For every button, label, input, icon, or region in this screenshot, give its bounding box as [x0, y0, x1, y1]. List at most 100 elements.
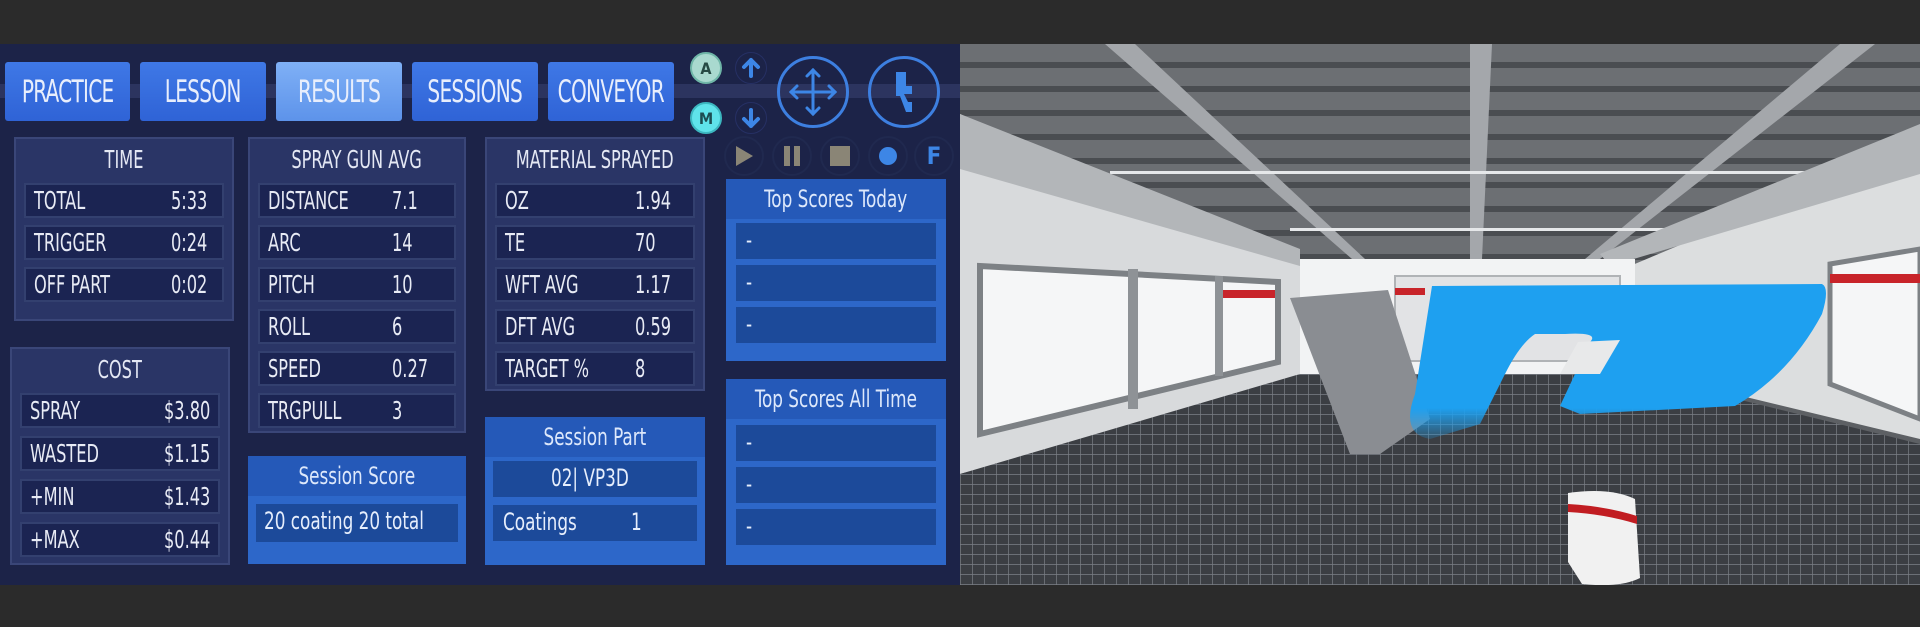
- top-score-entry[interactable]: -: [736, 307, 936, 343]
- right-wall-stripe: [1830, 274, 1920, 283]
- cost-value: $1.43: [164, 482, 211, 511]
- session-score-value: 20 coating 20 total: [264, 507, 424, 535]
- top-score-entry[interactable]: -: [736, 467, 936, 503]
- tab-conveyor[interactable]: CONVEYOR: [548, 62, 674, 121]
- material-row: OZ 1.94: [495, 183, 695, 218]
- tab-label: SESSIONS: [427, 73, 523, 110]
- cost-value: $1.15: [164, 439, 211, 468]
- material-value: 8: [635, 354, 646, 383]
- session-score-row: 20 coating 20 total: [256, 504, 458, 542]
- manual-mode-label: M: [698, 108, 714, 128]
- manual-mode-button[interactable]: M: [690, 102, 722, 134]
- cost-label: +MAX: [30, 525, 80, 554]
- material-label: TE: [505, 228, 526, 257]
- time-label: TRIGGER: [34, 228, 107, 257]
- stop-button[interactable]: [820, 136, 860, 176]
- pause-icon: [784, 146, 800, 166]
- spray-gun-row: SPEED 0.27: [258, 351, 456, 386]
- material-label: OZ: [505, 186, 529, 215]
- material-label: TARGET %: [505, 354, 590, 383]
- tab-label: RESULTS: [297, 73, 381, 110]
- tab-practice[interactable]: PRACTICE: [5, 62, 130, 121]
- top-scores-today-panel: Top Scores Today - - -: [726, 179, 946, 361]
- raise-button[interactable]: [735, 52, 767, 84]
- time-title: TIME: [104, 144, 144, 174]
- play-button[interactable]: [724, 136, 764, 176]
- tab-label: PRACTICE: [21, 73, 114, 110]
- session-score-title: Session Score: [248, 456, 466, 496]
- time-row: TOTAL 5:33: [24, 183, 224, 218]
- left-window-mullion: [1128, 269, 1138, 409]
- cost-label: SPRAY: [30, 396, 81, 425]
- pause-button[interactable]: [772, 136, 812, 176]
- cost-label: +MIN: [30, 482, 75, 511]
- time-label: TOTAL: [34, 186, 86, 215]
- spray-gun-value: 6: [392, 312, 403, 341]
- spray-gun-button[interactable]: [868, 56, 940, 128]
- move-icon: [788, 67, 838, 117]
- lower-button[interactable]: [735, 102, 767, 134]
- cost-panel: COST SPRAY $3.80 WASTED $1.15 +MIN $1.43 +M…: [10, 347, 230, 565]
- time-panel: TIME TOTAL 5:33 TRIGGER 0:24 OFF PART 0:02: [14, 137, 234, 321]
- time-value: 0:24: [171, 228, 208, 257]
- play-icon: [736, 146, 753, 166]
- move-button[interactable]: [777, 56, 849, 128]
- coatings-label: Coatings: [503, 508, 577, 536]
- time-value: 5:33: [171, 186, 208, 215]
- tab-results[interactable]: RESULTS: [276, 62, 402, 121]
- tab-label: CONVEYOR: [557, 73, 665, 110]
- spray-gun-value: 10: [392, 270, 413, 299]
- spray-gun-row: PITCH 10: [258, 267, 456, 302]
- time-label: OFF PART: [34, 270, 111, 299]
- top-score-entry[interactable]: -: [736, 265, 936, 301]
- spray-gun-label: DISTANCE: [268, 186, 349, 215]
- ceiling-light: [1290, 228, 1690, 231]
- material-label: WFT AVG: [505, 270, 579, 299]
- top-score-entry[interactable]: -: [736, 509, 936, 545]
- top-score-entry[interactable]: -: [736, 425, 936, 461]
- material-value: 70: [635, 228, 656, 257]
- spray-gun-row: TRGPULL 3: [258, 393, 456, 428]
- material-label: DFT AVG: [505, 312, 576, 341]
- record-button[interactable]: [868, 136, 908, 176]
- cost-label: WASTED: [30, 439, 99, 468]
- back-wall-stripe: [1395, 288, 1425, 295]
- spray-gun-value: 3: [392, 396, 403, 425]
- session-part-title: Session Part: [485, 417, 705, 457]
- spray-gun-label: ROLL: [268, 312, 311, 341]
- session-part-row: 02| VP3D: [493, 461, 697, 497]
- left-wall-stripe: [1223, 290, 1275, 298]
- focus-button[interactable]: F: [914, 136, 954, 176]
- spray-gun-label: PITCH: [268, 270, 315, 299]
- material-value: 1.94: [635, 186, 672, 215]
- material-value: 1.17: [635, 270, 672, 299]
- material-row: WFT AVG 1.17: [495, 267, 695, 302]
- spray-gun-value: 0.27: [392, 354, 429, 383]
- time-row: TRIGGER 0:24: [24, 225, 224, 260]
- paint-booth-viewport[interactable]: [960, 44, 1920, 585]
- coatings-value: 1: [631, 508, 642, 536]
- results-panel: PRACTICE LESSON RESULTS SESSIONS CONVEYO…: [0, 44, 960, 585]
- top-scores-today-title: Top Scores Today: [726, 179, 946, 219]
- auto-mode-label: A: [700, 58, 712, 78]
- spray-gun-row: DISTANCE 7.1: [258, 183, 456, 218]
- cost-row: +MAX $0.44: [20, 522, 220, 557]
- top-scores-all-time-panel: Top Scores All Time - - -: [726, 379, 946, 565]
- coatings-row: Coatings 1: [493, 505, 697, 541]
- material-row: TARGET % 8: [495, 351, 695, 386]
- auto-mode-button[interactable]: A: [690, 52, 722, 84]
- tab-sessions[interactable]: SESSIONS: [412, 62, 538, 121]
- spray-gun-avg-title: SPRAY GUN AVG: [291, 144, 423, 174]
- cost-title: COST: [97, 354, 143, 384]
- material-sprayed-panel: MATERIAL SPRAYED OZ 1.94 TE 70 WFT AVG 1.17…: [485, 137, 705, 391]
- spray-gun-row: ROLL 6: [258, 309, 456, 344]
- cost-value: $3.80: [164, 396, 211, 425]
- spray-gun-avg-panel: SPRAY GUN AVG DISTANCE 7.1 ARC 14 PITCH 10 …: [248, 137, 466, 433]
- session-part-value: 02| VP3D: [551, 464, 629, 492]
- top-score-entry[interactable]: -: [736, 223, 936, 259]
- paint-booth-scene: [960, 44, 1920, 585]
- material-row: DFT AVG 0.59: [495, 309, 695, 344]
- ceiling-light: [1110, 171, 1900, 174]
- time-value: 0:02: [171, 270, 208, 299]
- tab-lesson[interactable]: LESSON: [140, 62, 266, 121]
